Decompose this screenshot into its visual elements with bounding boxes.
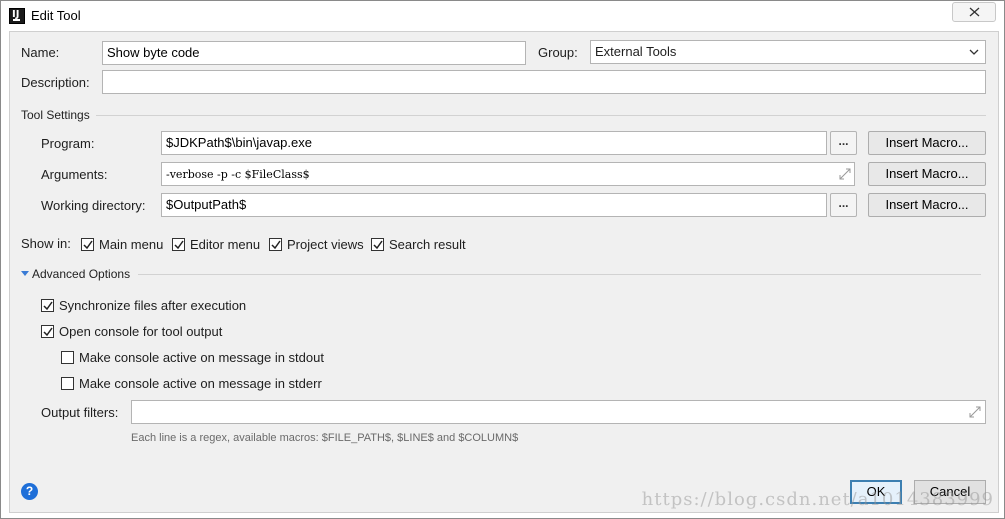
program-insert-macro-button[interactable]: Insert Macro...	[868, 131, 986, 155]
checkmark-icon	[43, 301, 53, 311]
checkbox-box[interactable]	[172, 238, 185, 251]
checkbox-label: Make console active on message in stderr	[79, 376, 322, 391]
program-browse-button[interactable]: ...	[830, 131, 857, 155]
checkmark-icon	[174, 240, 184, 250]
help-icon[interactable]: ?	[21, 483, 38, 500]
console-active-stdout-checkbox[interactable]: Make console active on message in stdout	[61, 350, 324, 365]
checkbox-label: Project views	[287, 237, 364, 252]
arguments-insert-macro-button[interactable]: Insert Macro...	[868, 162, 986, 186]
description-label: Description:	[21, 75, 90, 90]
open-console-checkbox[interactable]: Open console for tool output	[41, 324, 222, 339]
arguments-input[interactable]: -verbose -p -c $FileClass$	[161, 162, 855, 186]
working-directory-browse-button[interactable]: ...	[830, 193, 857, 217]
group-select[interactable]: External Tools	[590, 40, 986, 64]
checkmark-icon	[43, 327, 53, 337]
name-label: Name:	[21, 45, 60, 60]
description-input[interactable]	[102, 70, 986, 94]
checkbox-box[interactable]	[61, 377, 74, 390]
intellij-app-icon: IJ	[9, 8, 25, 24]
checkbox-box[interactable]	[61, 351, 74, 364]
group-label: Group:	[538, 45, 578, 60]
show-in-editor-menu-checkbox[interactable]: Editor menu	[172, 237, 260, 252]
expand-arguments-icon[interactable]	[839, 168, 851, 180]
tool-settings-separator	[96, 115, 986, 116]
arguments-label: Arguments:	[41, 167, 108, 182]
checkbox-box[interactable]	[41, 299, 54, 312]
group-select-value: External Tools	[595, 44, 677, 59]
output-filters-label: Output filters:	[41, 405, 119, 420]
close-icon	[969, 7, 980, 17]
show-in-label: Show in:	[21, 236, 71, 251]
checkbox-box[interactable]	[41, 325, 54, 338]
advanced-options-separator	[138, 274, 981, 275]
synchronize-files-checkbox[interactable]: Synchronize files after execution	[41, 298, 246, 313]
program-label: Program:	[41, 136, 95, 151]
show-in-project-views-checkbox[interactable]: Project views	[269, 237, 364, 252]
checkbox-box[interactable]	[81, 238, 94, 251]
show-in-search-result-checkbox[interactable]: Search result	[371, 237, 466, 252]
output-filters-input[interactable]	[131, 400, 986, 424]
console-active-stderr-checkbox[interactable]: Make console active on message in stderr	[61, 376, 322, 391]
checkbox-label: Make console active on message in stdout	[79, 350, 324, 365]
working-directory-insert-macro-button[interactable]: Insert Macro...	[868, 193, 986, 217]
show-in-main-menu-checkbox[interactable]: Main menu	[81, 237, 163, 252]
window-title: Edit Tool	[31, 8, 81, 23]
checkbox-box[interactable]	[269, 238, 282, 251]
chevron-down-icon	[969, 49, 979, 55]
output-filters-hint: Each line is a regex, available macros: …	[131, 432, 519, 444]
checkbox-label: Main menu	[99, 237, 164, 252]
watermark-text: https://blog.csdn.net/a1014383999	[641, 489, 994, 510]
advanced-options-title[interactable]: Advanced Options	[32, 267, 130, 281]
tool-settings-title: Tool Settings	[21, 108, 90, 122]
checkbox-label: Open console for tool output	[59, 324, 223, 339]
expand-output-filters-icon[interactable]	[969, 406, 981, 418]
working-directory-label: Working directory:	[41, 198, 146, 213]
program-input[interactable]: $JDKPath$\bin\javap.exe	[161, 131, 827, 155]
collapse-triangle-icon[interactable]	[21, 271, 29, 276]
checkbox-label: Editor menu	[190, 237, 261, 252]
title-bar: IJ Edit Tool	[1, 1, 1004, 31]
dialog-body: Name: Show byte code Group: External Too…	[9, 31, 999, 513]
close-window-button[interactable]	[952, 2, 996, 22]
checkmark-icon	[271, 240, 281, 250]
working-directory-input[interactable]: $OutputPath$	[161, 193, 827, 217]
checkmark-icon	[83, 240, 93, 250]
checkbox-label: Synchronize files after execution	[59, 298, 247, 313]
checkbox-box[interactable]	[371, 238, 384, 251]
name-input[interactable]: Show byte code	[102, 41, 526, 65]
checkbox-label: Search result	[389, 237, 466, 252]
edit-tool-window: IJ Edit Tool Name: Show byte code Group:…	[0, 0, 1005, 519]
checkmark-icon	[373, 240, 383, 250]
